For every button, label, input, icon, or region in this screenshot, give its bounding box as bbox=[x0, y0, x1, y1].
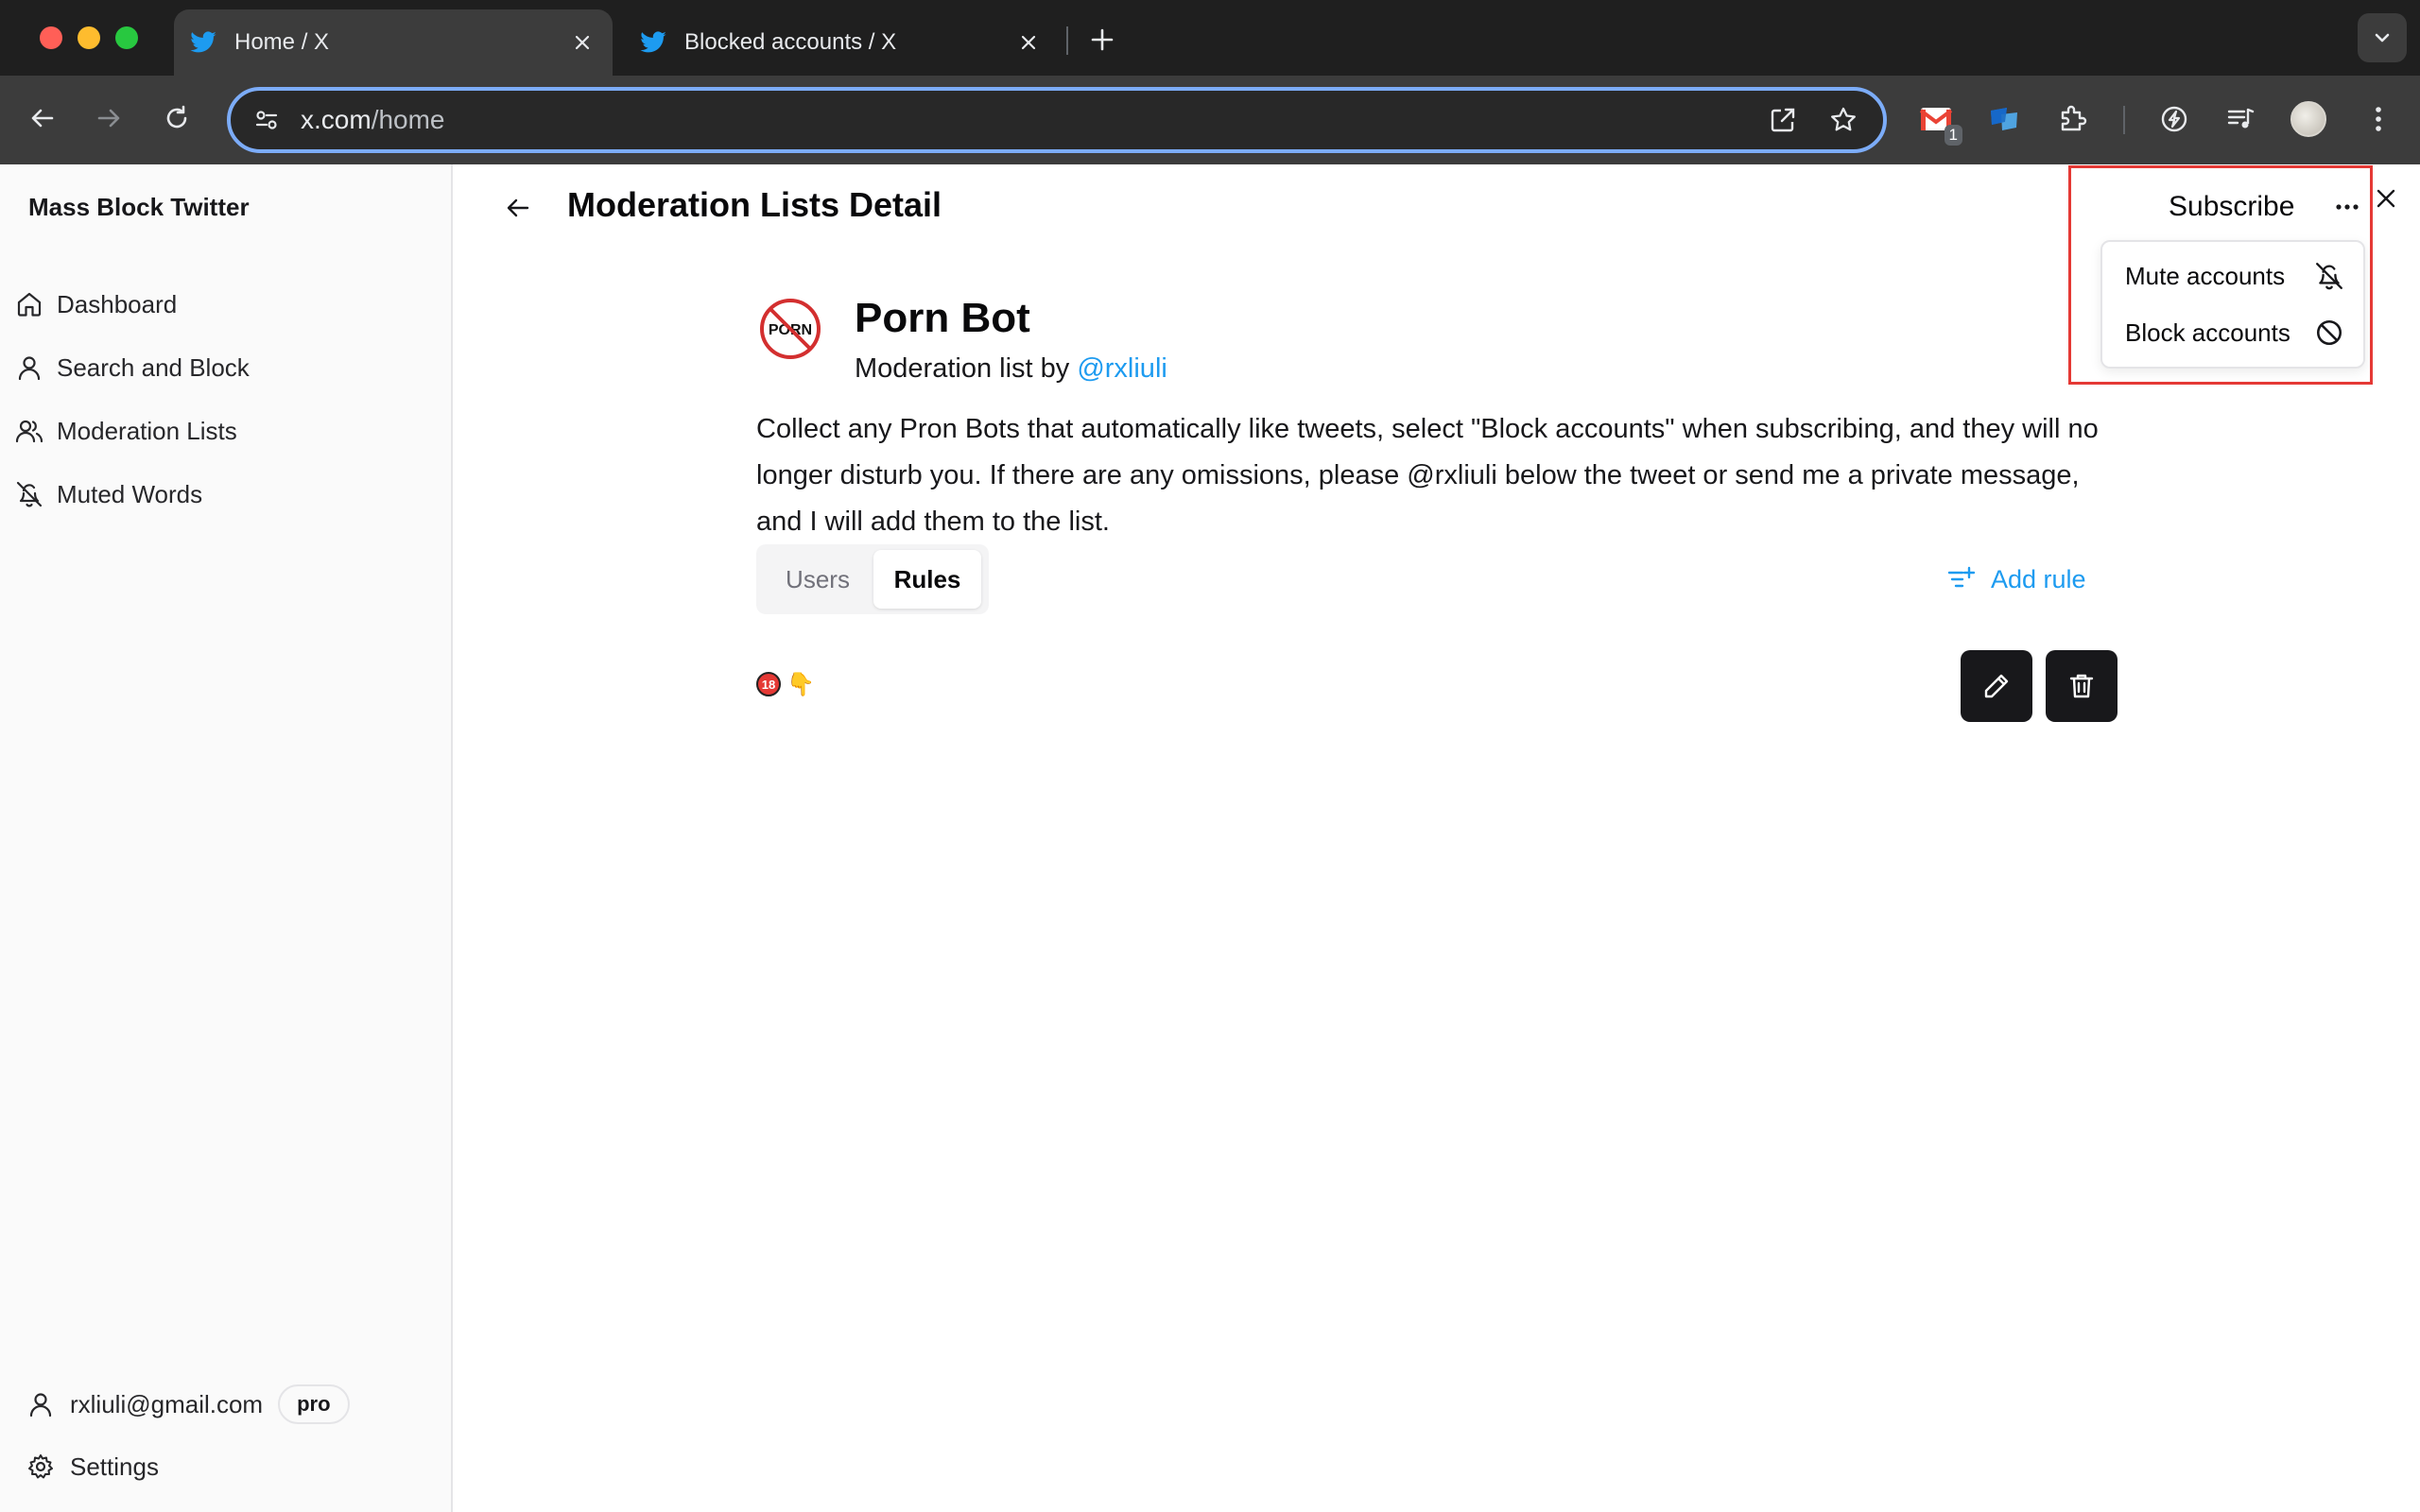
close-icon[interactable] bbox=[2367, 180, 2405, 217]
twitter-bird-icon bbox=[639, 28, 667, 57]
browser-toolbar: x.com/home 1 bbox=[0, 76, 2420, 164]
home-icon bbox=[15, 290, 43, 318]
user-icon bbox=[15, 353, 43, 382]
ban-icon bbox=[2314, 318, 2344, 348]
plan-badge: pro bbox=[278, 1384, 350, 1424]
menu-item-block-accounts[interactable]: Block accounts bbox=[2102, 304, 2363, 361]
add-rule-label: Add rule bbox=[1991, 564, 2086, 593]
more-options-ellipsis-icon[interactable] bbox=[2325, 185, 2369, 229]
twitter-bird-icon bbox=[189, 28, 217, 57]
gear-icon bbox=[26, 1452, 55, 1481]
extensions-puzzle-icon[interactable] bbox=[2051, 98, 2093, 140]
author-handle-link[interactable]: @rxliuli bbox=[1077, 353, 1167, 384]
menu-item-label: Mute accounts bbox=[2125, 261, 2286, 290]
tab-close-icon[interactable] bbox=[1013, 27, 1044, 58]
extension-badge: 1 bbox=[1944, 125, 1962, 146]
pointing-down-emoji: 👇 bbox=[786, 671, 815, 697]
sidebar-item-dashboard[interactable]: Dashboard bbox=[13, 278, 429, 331]
list-tabs: Users Rules bbox=[756, 544, 989, 614]
gmail-extension-icon[interactable]: 1 bbox=[1915, 98, 1962, 146]
translate-extension-icon[interactable] bbox=[1983, 98, 2025, 140]
bell-off-icon bbox=[15, 480, 43, 508]
browser-tab-home[interactable]: Home / X bbox=[174, 9, 613, 76]
sidebar-item-label: Search and Block bbox=[57, 352, 250, 382]
browser-tab-strip: Home / X Blocked accounts / X bbox=[0, 0, 2420, 76]
window-zoom-button[interactable] bbox=[115, 26, 138, 49]
trash-icon bbox=[2069, 674, 2094, 698]
delete-rule-button[interactable] bbox=[2046, 650, 2118, 722]
sidebar-item-label: Dashboard bbox=[57, 289, 178, 318]
users-icon bbox=[15, 417, 43, 445]
sidebar-item-search-and-block[interactable]: Search and Block bbox=[13, 341, 429, 394]
sidebar: Mass Block Twitter Dashboard Search and … bbox=[0, 164, 453, 1512]
tab-close-icon[interactable] bbox=[567, 27, 597, 58]
sidebar-item-label: Muted Words bbox=[57, 479, 203, 508]
tab-search-chevron-down-icon[interactable] bbox=[2358, 13, 2407, 62]
url-text: x.com/home bbox=[301, 105, 445, 134]
sidebar-item-moderation-lists[interactable]: Moderation Lists bbox=[13, 404, 429, 457]
user-icon bbox=[26, 1390, 55, 1418]
toolbar-separator bbox=[2123, 106, 2125, 134]
subscribe-dropdown-menu: Mute accounts Block accounts bbox=[2100, 240, 2365, 369]
back-arrow-icon[interactable] bbox=[21, 96, 64, 140]
app-brand: Mass Block Twitter bbox=[28, 193, 250, 221]
list-description: Collect any Pron Bots that automatically… bbox=[756, 414, 2099, 537]
subscribe-button[interactable]: Subscribe bbox=[2169, 191, 2294, 223]
tab-title: Home / X bbox=[234, 29, 330, 55]
tab-rules[interactable]: Rules bbox=[873, 550, 981, 609]
list-author: Moderation list by @rxliuli bbox=[855, 353, 1167, 384]
add-rule-button[interactable]: Add rule bbox=[1945, 556, 2086, 603]
media-queue-icon[interactable] bbox=[2220, 98, 2261, 140]
window-close-button[interactable] bbox=[40, 26, 62, 49]
tab-users[interactable]: Users bbox=[762, 550, 873, 609]
sidebar-item-label: Settings bbox=[70, 1452, 159, 1481]
reload-icon[interactable] bbox=[155, 96, 199, 140]
browser-menu-kebab-icon[interactable] bbox=[2358, 98, 2399, 140]
list-name: Porn Bot bbox=[855, 295, 1030, 341]
sidebar-item-label: Moderation Lists bbox=[57, 416, 237, 445]
window-minimize-button[interactable] bbox=[78, 26, 100, 49]
profile-avatar[interactable] bbox=[2288, 98, 2329, 140]
edit-rule-button[interactable] bbox=[1961, 650, 2032, 722]
rule-item: 18 👇 bbox=[756, 671, 815, 697]
pencil-icon bbox=[1984, 674, 2009, 698]
user-email: rxliuli@gmail.com bbox=[70, 1389, 264, 1418]
menu-item-mute-accounts[interactable]: Mute accounts bbox=[2102, 248, 2363, 304]
open-in-app-icon[interactable] bbox=[1762, 99, 1804, 141]
page-title: Moderation Lists Detail bbox=[567, 185, 942, 224]
bookmark-star-icon[interactable] bbox=[1823, 99, 1864, 141]
tab-separator bbox=[1066, 26, 1068, 55]
sidebar-item-settings[interactable]: Settings bbox=[26, 1444, 159, 1489]
sidebar-item-muted-words[interactable]: Muted Words bbox=[13, 468, 429, 521]
no-under-18-emoji: 18 bbox=[756, 672, 781, 696]
new-tab-plus-icon[interactable] bbox=[1083, 21, 1121, 59]
browser-tab-blocked-accounts[interactable]: Blocked accounts / X bbox=[624, 9, 1059, 76]
site-settings-icon[interactable] bbox=[248, 101, 285, 139]
back-arrow-icon[interactable] bbox=[499, 189, 537, 227]
address-bar[interactable]: x.com/home bbox=[227, 87, 1887, 153]
menu-item-label: Block accounts bbox=[2125, 318, 2290, 347]
filter-plus-icon bbox=[1945, 564, 1976, 594]
extension-page: Mass Block Twitter Dashboard Search and … bbox=[0, 164, 2420, 1512]
bell-off-icon bbox=[2314, 261, 2344, 291]
performance-leaf-icon[interactable] bbox=[2153, 98, 2195, 140]
user-account[interactable]: rxliuli@gmail.com pro bbox=[26, 1382, 350, 1427]
forward-arrow-icon[interactable] bbox=[87, 96, 130, 140]
tab-title: Blocked accounts / X bbox=[684, 29, 897, 55]
list-avatar: PORN bbox=[758, 297, 822, 361]
